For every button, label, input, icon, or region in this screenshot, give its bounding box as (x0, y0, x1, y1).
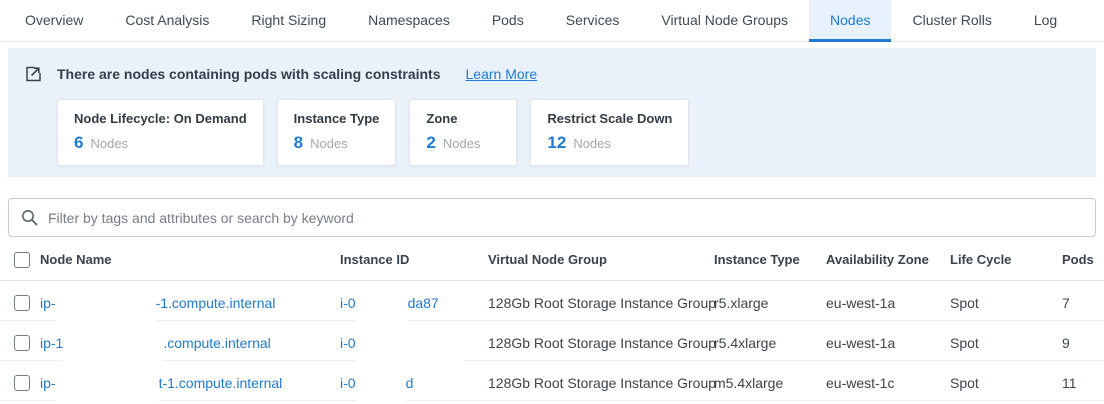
header-pods: Pods (1050, 252, 1104, 267)
redacted-text (356, 282, 408, 324)
tab-cluster-rolls[interactable]: Cluster Rolls (891, 0, 1012, 42)
table-row: ip- -1.compute.internal i-0 da87 128Gb R… (0, 281, 1104, 321)
tab-services[interactable]: Services (545, 0, 641, 42)
banner-message: There are nodes containing pods with sca… (57, 66, 441, 82)
search-icon (21, 209, 38, 226)
card-unit: Nodes (310, 136, 348, 151)
learn-more-link[interactable]: Learn More (466, 66, 538, 82)
tab-namespaces[interactable]: Namespaces (347, 0, 471, 42)
redacted-text (356, 362, 406, 404)
row-checkbox[interactable] (14, 335, 30, 351)
tab-right-sizing[interactable]: Right Sizing (230, 0, 347, 42)
header-instance-type: Instance Type (714, 252, 826, 267)
node-name-link[interactable]: ip- -1.compute.internal (40, 281, 275, 324)
tab-bar: Overview Cost Analysis Right Sizing Name… (0, 0, 1104, 42)
life-cycle-cell: Spot (950, 335, 1050, 351)
availability-zone-cell: eu-west-1a (826, 335, 950, 351)
instance-id-link[interactable]: i-0 da87 (340, 281, 439, 324)
redacted-text (63, 322, 163, 364)
virtual-node-group-cell: 128Gb Root Storage Instance Group (488, 375, 714, 391)
header-life-cycle: Life Cycle (950, 252, 1050, 267)
life-cycle-cell: Spot (950, 375, 1050, 391)
redacted-text (56, 282, 156, 324)
header-virtual-node-group: Virtual Node Group (488, 252, 714, 267)
table-row: ip-1 .compute.internal i-0 128Gb Root St… (0, 321, 1104, 361)
card-unit: Nodes (90, 136, 128, 151)
pods-cell: 11 (1050, 375, 1104, 391)
card-title: Restrict Scale Down (547, 111, 672, 126)
tab-log[interactable]: Log (1013, 0, 1078, 42)
instance-type-cell: r5.xlarge (714, 295, 826, 311)
node-name-link[interactable]: ip-1 .compute.internal (40, 321, 271, 364)
card-title: Zone (426, 111, 500, 126)
life-cycle-cell: Spot (950, 295, 1050, 311)
virtual-node-group-cell: 128Gb Root Storage Instance Group (488, 335, 714, 351)
search-input[interactable] (48, 210, 1083, 226)
pods-cell: 9 (1050, 335, 1104, 351)
instance-type-cell: r5.4xlarge (714, 335, 826, 351)
table-header-row: Node Name Instance ID Virtual Node Group… (0, 239, 1104, 281)
node-name-link[interactable]: ip- t-1.compute.internal (40, 361, 282, 404)
row-checkbox[interactable] (14, 295, 30, 311)
scaling-constraints-banner: There are nodes containing pods with sca… (8, 48, 1096, 177)
card-zone[interactable]: Zone 2 Nodes (409, 99, 517, 166)
select-all-checkbox[interactable] (14, 252, 30, 268)
card-count: 2 (426, 133, 435, 153)
card-instance-type[interactable]: Instance Type 8 Nodes (277, 99, 397, 166)
tab-cost-analysis[interactable]: Cost Analysis (104, 0, 230, 42)
header-instance-id: Instance ID (340, 252, 488, 267)
instance-id-link[interactable]: i-0 d (340, 361, 413, 404)
tab-nodes[interactable]: Nodes (809, 0, 891, 42)
tab-overview[interactable]: Overview (4, 0, 104, 42)
card-unit: Nodes (573, 136, 611, 151)
pods-cell: 7 (1050, 295, 1104, 311)
filter-bar (8, 198, 1096, 237)
header-availability-zone: Availability Zone (826, 252, 950, 267)
constraint-cards: Node Lifecycle: On Demand 6 Nodes Instan… (57, 99, 1080, 166)
redacted-text (356, 322, 464, 364)
availability-zone-cell: eu-west-1c (826, 375, 950, 391)
instance-type-cell: m5.4xlarge (714, 375, 826, 391)
tab-virtual-node-groups[interactable]: Virtual Node Groups (640, 0, 809, 42)
tab-pods[interactable]: Pods (471, 0, 545, 42)
header-node-name: Node Name (40, 252, 340, 267)
virtual-node-group-cell: 128Gb Root Storage Instance Group (488, 295, 714, 311)
card-title: Instance Type (294, 111, 380, 126)
redacted-text (56, 362, 159, 404)
card-count: 12 (547, 133, 566, 153)
card-title: Node Lifecycle: On Demand (74, 111, 247, 126)
card-unit: Nodes (443, 136, 481, 151)
availability-zone-cell: eu-west-1a (826, 295, 950, 311)
nodes-table: Node Name Instance ID Virtual Node Group… (0, 239, 1104, 401)
scale-up-icon (24, 65, 42, 83)
card-count: 8 (294, 133, 303, 153)
table-row: ip- t-1.compute.internal i-0 d 128Gb Roo… (0, 361, 1104, 401)
instance-id-link[interactable]: i-0 (340, 321, 464, 364)
card-node-lifecycle[interactable]: Node Lifecycle: On Demand 6 Nodes (57, 99, 264, 166)
row-checkbox[interactable] (14, 375, 30, 391)
card-restrict-scale-down[interactable]: Restrict Scale Down 12 Nodes (530, 99, 689, 166)
card-count: 6 (74, 133, 83, 153)
